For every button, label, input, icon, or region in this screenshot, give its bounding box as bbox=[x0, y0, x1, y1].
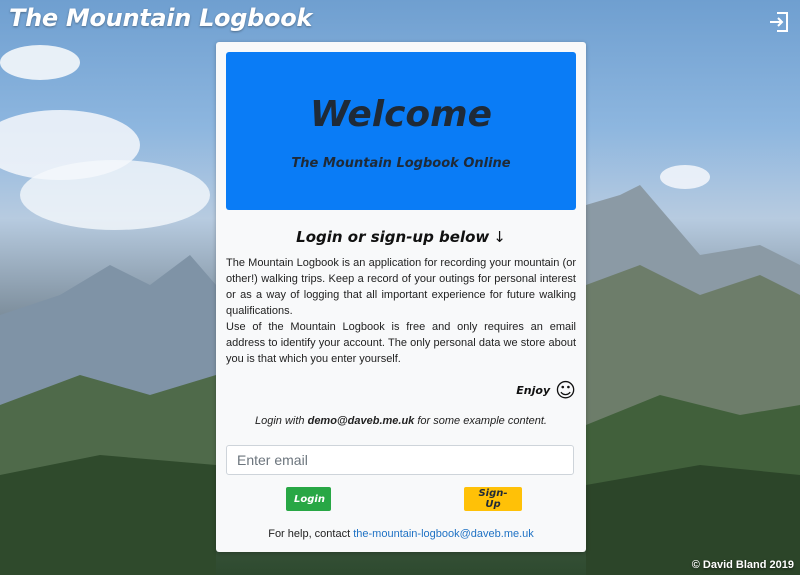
smile-icon: ☺ bbox=[555, 378, 576, 402]
copyright: © David Bland 2019 bbox=[691, 559, 794, 571]
arrow-down-icon: ↓ bbox=[493, 228, 506, 246]
login-heading-text: Login or sign-up below bbox=[296, 228, 490, 246]
logout-icon[interactable] bbox=[768, 11, 790, 33]
help-note: For help, contact the-mountain-logbook@d… bbox=[216, 528, 586, 540]
welcome-title: Welcome bbox=[309, 94, 493, 135]
login-heading: Login or sign-up below ↓ bbox=[216, 228, 586, 246]
help-prefix: For help, contact bbox=[268, 528, 354, 540]
demo-email: demo@daveb.me.uk bbox=[307, 415, 415, 427]
welcome-subtitle: The Mountain Logbook Online bbox=[291, 156, 511, 171]
help-email-link[interactable]: the-mountain-logbook@daveb.me.uk bbox=[353, 528, 534, 540]
demo-note: Login with demo@daveb.me.uk for some exa… bbox=[216, 415, 586, 427]
email-field[interactable] bbox=[226, 445, 574, 475]
intro-paragraph: The Mountain Logbook is an application f… bbox=[226, 257, 576, 317]
privacy-paragraph: Use of the Mountain Logbook is free and … bbox=[226, 321, 576, 365]
signup-button[interactable]: Sign-Up bbox=[464, 487, 522, 511]
demo-suffix: for some example content. bbox=[414, 415, 547, 427]
enjoy-note: Enjoy ☺ bbox=[516, 380, 576, 400]
login-card: Welcome The Mountain Logbook Online Logi… bbox=[216, 42, 586, 552]
top-bar: The Mountain Logbook bbox=[0, 0, 800, 40]
welcome-banner: Welcome The Mountain Logbook Online bbox=[226, 52, 576, 210]
app-title: The Mountain Logbook bbox=[9, 4, 313, 32]
login-button[interactable]: Login bbox=[286, 487, 331, 511]
enjoy-text: Enjoy bbox=[516, 383, 551, 397]
demo-prefix: Login with bbox=[255, 415, 308, 427]
